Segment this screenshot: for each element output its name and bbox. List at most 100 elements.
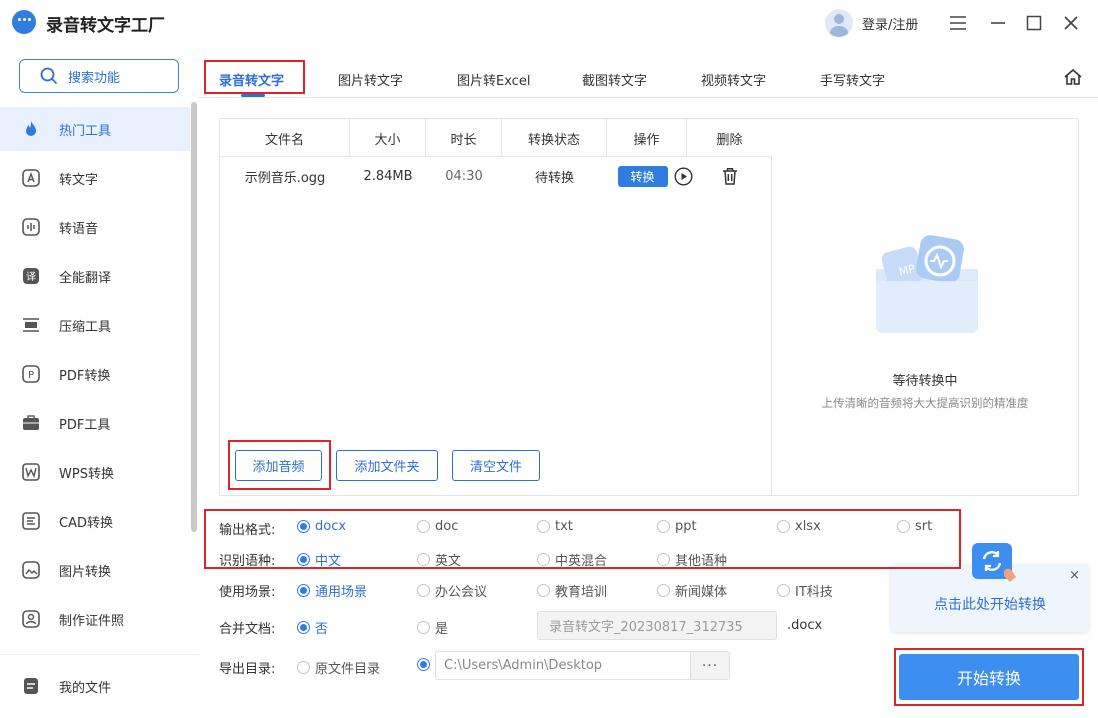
add-folder-button[interactable]: 添加文件夹: [336, 450, 438, 481]
trash-icon[interactable]: [722, 167, 738, 185]
sidebar-item-pdf-tools[interactable]: PDF工具: [0, 401, 190, 445]
table-row: 示例音乐.ogg 2.84MB 04:30 待转换 转换: [220, 157, 772, 195]
format-radio-doc[interactable]: doc: [417, 519, 458, 534]
sidebar-item-to-text[interactable]: 转文字: [0, 156, 190, 200]
table-header: 文件名 大小 时长 转换状态 操作 删除: [220, 119, 772, 157]
sidebar-item-to-voice[interactable]: 转语音: [0, 205, 190, 249]
format-label: 输出格式:: [219, 523, 276, 538]
minimize-icon[interactable]: [987, 12, 1009, 34]
svg-text:P: P: [28, 370, 34, 381]
export-path-input[interactable]: C:\Users\Admin\Desktop: [435, 651, 691, 680]
sidebar-item-wps-convert[interactable]: WPS转换: [0, 450, 190, 494]
row-delete: [687, 157, 772, 195]
cad-icon: [22, 512, 40, 530]
column-header: 操作: [607, 119, 687, 157]
column-header: 转换状态: [502, 119, 607, 157]
sidebar-scrollbar[interactable]: [191, 102, 197, 532]
preview-hint: 上传清晰的音频将大大提高识别的精准度: [821, 396, 1029, 410]
column-header: 文件名: [220, 119, 350, 157]
tab-image-to-text[interactable]: 图片转文字: [338, 70, 403, 89]
row-convert-button[interactable]: 转换: [617, 165, 668, 187]
sidebar-item-pdf-convert[interactable]: P PDF转换: [0, 352, 190, 396]
format-radio-docx[interactable]: docx: [297, 519, 346, 534]
language-radio-english[interactable]: 英文: [417, 550, 461, 569]
format-radio-txt[interactable]: txt: [537, 519, 573, 534]
sidebar-item-label: 热门工具: [59, 123, 112, 139]
export-label: 导出目录:: [219, 662, 276, 677]
scene-radio-news[interactable]: 新闻媒体: [657, 581, 727, 600]
sidebar-item-translate[interactable]: 译 全能翻译: [0, 254, 190, 298]
merge-radio-no[interactable]: 否: [297, 618, 328, 637]
tab-image-to-excel[interactable]: 图片转Excel: [457, 70, 530, 89]
file-name: 示例音乐.ogg: [244, 170, 326, 186]
home-icon[interactable]: [1063, 68, 1083, 90]
avatar[interactable]: [825, 9, 853, 37]
clear-files-button[interactable]: 清空文件: [452, 450, 540, 481]
tooltip-close-icon[interactable]: ×: [1069, 568, 1080, 583]
language-radio-chinese[interactable]: 中文: [297, 550, 341, 569]
row-actions: 转换: [615, 157, 695, 195]
sidebar-item-image-convert[interactable]: 图片转换: [0, 548, 190, 592]
file-panel: 文件名 大小 时长 转换状态 操作 删除 示例音乐.ogg 2.84MB 04:…: [219, 118, 1079, 496]
format-radio-ppt[interactable]: ppt: [657, 519, 697, 534]
export-radio-original-dir[interactable]: 原文件目录: [297, 658, 380, 677]
login-register-link[interactable]: 登录/注册: [862, 14, 918, 33]
tab-handwriting-to-text[interactable]: 手写转文字: [820, 70, 885, 89]
sidebar: 搜索功能 热门工具 转文字 转语音 译 全能翻译 压缩工具 P PDF转换 PD…: [0, 46, 199, 718]
format-radio-srt[interactable]: srt: [897, 519, 932, 534]
voice-icon: [22, 218, 40, 236]
sidebar-item-label: PDF转换: [59, 368, 111, 384]
scene-radio-meeting[interactable]: 办公会议: [417, 581, 487, 600]
title-bar: 录音转文字工厂 登录/注册: [0, 0, 1098, 46]
file-size: 2.84MB: [363, 168, 413, 184]
merge-file-extension: .docx: [787, 618, 823, 633]
my-files-icon: [22, 677, 40, 695]
id-photo-icon: [22, 610, 40, 628]
sidebar-item-cad-convert[interactable]: CAD转换: [0, 499, 190, 543]
start-convert-button[interactable]: 开始转换: [899, 654, 1079, 700]
image-convert-icon: [22, 561, 40, 579]
export-radio-custom-dir[interactable]: [417, 658, 435, 671]
add-audio-button[interactable]: 添加音频: [235, 450, 322, 481]
sidebar-item-label: 图片转换: [59, 564, 112, 580]
sidebar-item-my-files[interactable]: 我的文件: [0, 664, 190, 708]
format-radio-xlsx[interactable]: xlsx: [777, 519, 821, 534]
column-header: 大小: [350, 119, 426, 157]
close-icon[interactable]: [1060, 12, 1082, 34]
sidebar-item-compress[interactable]: 压缩工具: [0, 303, 190, 347]
tab-audio-to-text[interactable]: 录音转文字: [219, 70, 284, 89]
scene-radio-general[interactable]: 通用场景: [297, 581, 367, 600]
preview-status-title: 等待转换中: [892, 374, 958, 389]
sidebar-item-hot-tools[interactable]: 热门工具: [0, 107, 190, 151]
sidebar-item-label: 制作证件照: [59, 613, 125, 629]
sidebar-item-label: WPS转换: [59, 466, 114, 482]
language-radio-mixed[interactable]: 中英混合: [537, 550, 607, 569]
preview-area: MP 等待转换中 上传清晰的音频将大大提高识别的精准度: [772, 119, 1078, 495]
merge-radio-yes[interactable]: 是: [417, 618, 448, 637]
scene-radio-it[interactable]: IT科技: [777, 581, 833, 600]
menu-icon[interactable]: [947, 12, 969, 34]
browse-folder-button[interactable]: ···: [690, 651, 730, 680]
search-label: 搜索功能: [68, 70, 121, 86]
language-radio-other[interactable]: 其他语种: [657, 550, 727, 569]
tab-video-to-text[interactable]: 视频转文字: [701, 70, 766, 89]
audio-folder-illustration: MP: [876, 235, 978, 333]
flame-icon: [22, 120, 40, 138]
merge-filename-input[interactable]: 录音转文字_20230817_312735: [537, 611, 777, 640]
active-tab-indicator: [241, 94, 265, 97]
sidebar-item-label: CAD转换: [59, 515, 113, 531]
sidebar-item-id-photo[interactable]: 制作证件照: [0, 597, 190, 641]
pdf-tools-icon: [22, 414, 40, 432]
sidebar-item-label: 我的文件: [59, 680, 112, 696]
tab-bar: 录音转文字 图片转文字 图片转Excel 截图转文字 视频转文字 手写转文字: [199, 46, 1098, 98]
pdf-convert-icon: P: [22, 365, 40, 383]
svg-text:译: 译: [26, 271, 36, 283]
app-title: 录音转文字工厂: [46, 16, 165, 36]
search-button[interactable]: 搜索功能: [19, 59, 179, 93]
maximize-icon[interactable]: [1023, 12, 1045, 34]
compress-icon: [22, 316, 40, 334]
tab-screenshot-to-text[interactable]: 截图转文字: [582, 70, 647, 89]
wps-icon: [22, 463, 40, 481]
sidebar-item-label: PDF工具: [59, 417, 111, 433]
scene-radio-education[interactable]: 教育培训: [537, 581, 607, 600]
